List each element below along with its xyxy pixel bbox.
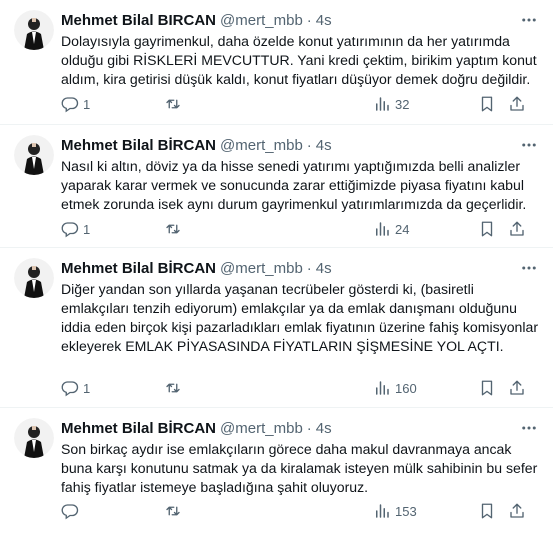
retweet-button[interactable] <box>164 502 186 520</box>
tweet-time[interactable]: 4s <box>316 420 332 437</box>
retweet-icon <box>164 95 182 113</box>
reply-icon <box>61 502 79 520</box>
author-handle[interactable]: @mert_mbb <box>220 420 303 437</box>
more-icon[interactable] <box>519 135 539 155</box>
views-icon <box>373 379 391 397</box>
more-icon[interactable] <box>519 10 539 30</box>
share-icon <box>508 220 526 238</box>
views-button[interactable]: 32 <box>373 95 409 113</box>
reply-icon <box>61 379 79 397</box>
tweet-text: Son birkaç aydır ise emlakçıların görece… <box>61 441 538 495</box>
author-handle[interactable]: @mert_mbb <box>220 137 303 154</box>
separator-dot: · <box>306 136 312 154</box>
share-button[interactable] <box>508 220 526 238</box>
bookmark-icon <box>478 379 496 397</box>
reply-button[interactable]: 1 <box>61 220 90 238</box>
tweet-time[interactable]: 4s <box>316 137 332 154</box>
tweet[interactable]: Mehmet Bilal BIRCAN @mert_mbb · 4s Dolay… <box>0 0 553 125</box>
more-icon[interactable] <box>519 258 539 278</box>
tweet-text: Diğer yandan son yıllarda yaşanan tecrüb… <box>61 281 539 354</box>
tweet-text: Dolayısıyla gayrimenkul, daha özelde kon… <box>61 33 537 87</box>
more-icon[interactable] <box>519 418 539 438</box>
avatar[interactable] <box>14 258 54 298</box>
tweet[interactable]: Mehmet Bilal BİRCAN @mert_mbb · 4s Son b… <box>0 408 553 533</box>
tweet-text: Nasıl ki altın, döviz ya da hisse senedi… <box>61 158 527 212</box>
reply-button[interactable] <box>61 502 83 520</box>
reply-button[interactable]: 1 <box>61 95 90 113</box>
bookmark-button[interactable] <box>478 220 496 238</box>
views-count: 32 <box>395 96 410 112</box>
reply-count: 1 <box>83 96 91 112</box>
author-name[interactable]: Mehmet Bilal BİRCAN <box>61 420 216 437</box>
tweet[interactable]: Mehmet Bilal BİRCAN @mert_mbb · 4s Diğer… <box>0 248 553 408</box>
views-icon <box>373 95 391 113</box>
author-name[interactable]: Mehmet Bilal BİRCAN <box>61 260 216 277</box>
retweet-button[interactable] <box>164 95 186 113</box>
share-button[interactable] <box>508 502 526 520</box>
avatar[interactable] <box>14 10 54 50</box>
author-handle[interactable]: @mert_mbb <box>220 12 303 29</box>
separator-dot: · <box>306 11 312 29</box>
retweet-icon <box>164 220 182 238</box>
tweet-time[interactable]: 4s <box>316 260 332 277</box>
bookmark-button[interactable] <box>478 502 496 520</box>
separator-dot: · <box>306 419 312 437</box>
bookmark-icon <box>478 220 496 238</box>
reply-count: 1 <box>83 221 91 237</box>
share-button[interactable] <box>508 379 526 397</box>
reply-count: 1 <box>83 380 91 396</box>
views-icon <box>373 502 391 520</box>
tweet[interactable]: Mehmet Bilal BİRCAN @mert_mbb · 4s Nasıl… <box>0 125 553 248</box>
views-icon <box>373 220 391 238</box>
share-icon <box>508 379 526 397</box>
bookmark-button[interactable] <box>478 379 496 397</box>
bookmark-icon <box>478 95 496 113</box>
views-count: 160 <box>395 380 417 396</box>
views-count: 153 <box>395 503 417 519</box>
views-button[interactable]: 153 <box>373 502 417 520</box>
retweet-button[interactable] <box>164 379 186 397</box>
separator-dot: · <box>306 259 312 277</box>
retweet-icon <box>164 379 182 397</box>
share-button[interactable] <box>508 95 526 113</box>
avatar[interactable] <box>14 418 54 458</box>
views-button[interactable]: 160 <box>373 379 417 397</box>
reply-icon <box>61 95 79 113</box>
author-name[interactable]: Mehmet Bilal BİRCAN <box>61 137 216 154</box>
retweet-button[interactable] <box>164 220 186 238</box>
share-icon <box>508 95 526 113</box>
author-handle[interactable]: @mert_mbb <box>220 260 303 277</box>
timeline: Mehmet Bilal BIRCAN @mert_mbb · 4s Dolay… <box>0 0 553 533</box>
avatar[interactable] <box>14 135 54 175</box>
share-icon <box>508 502 526 520</box>
retweet-icon <box>164 502 182 520</box>
bookmark-button[interactable] <box>478 95 496 113</box>
reply-icon <box>61 220 79 238</box>
reply-button[interactable]: 1 <box>61 379 90 397</box>
views-button[interactable]: 24 <box>373 220 409 238</box>
tweet-time[interactable]: 4s <box>316 12 332 29</box>
views-count: 24 <box>395 221 410 237</box>
bookmark-icon <box>478 502 496 520</box>
author-name[interactable]: Mehmet Bilal BIRCAN <box>61 12 216 29</box>
